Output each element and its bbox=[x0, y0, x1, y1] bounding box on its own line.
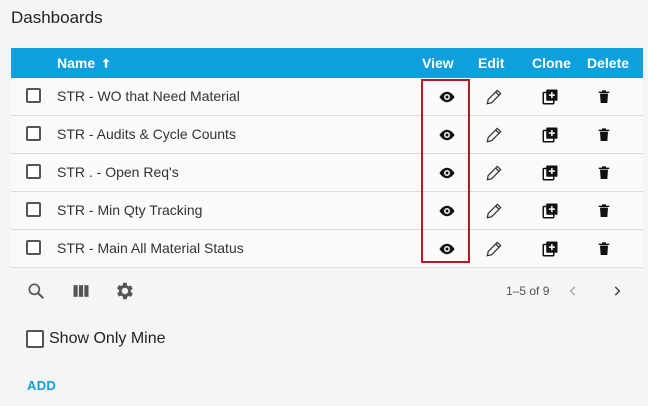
trash-icon[interactable] bbox=[594, 163, 614, 183]
clone-icon[interactable] bbox=[540, 163, 560, 183]
eye-icon[interactable] bbox=[437, 125, 457, 145]
search-icon[interactable] bbox=[25, 280, 47, 302]
clone-icon[interactable] bbox=[540, 239, 560, 259]
show-only-mine-toggle[interactable]: Show Only Mine bbox=[26, 330, 166, 348]
clone-icon[interactable] bbox=[540, 87, 560, 107]
clone-icon[interactable] bbox=[540, 201, 560, 221]
table-row: STR - Min Qty Tracking bbox=[11, 192, 643, 230]
arrow-up-icon bbox=[102, 58, 110, 68]
trash-icon[interactable] bbox=[594, 87, 614, 107]
column-header-delete: Delete bbox=[587, 55, 630, 71]
table-row: STR - Main All Material Status bbox=[11, 230, 643, 268]
trash-icon[interactable] bbox=[594, 239, 614, 259]
row-checkbox[interactable] bbox=[26, 88, 41, 103]
pencil-icon[interactable] bbox=[484, 125, 504, 145]
dashboards-table: Name View Edit Clone Delete STR - WO tha… bbox=[11, 48, 643, 268]
dashboard-name: STR - Min Qty Tracking bbox=[57, 202, 203, 218]
row-checkbox[interactable] bbox=[26, 164, 41, 179]
eye-icon[interactable] bbox=[437, 239, 457, 259]
columns-icon[interactable] bbox=[70, 280, 92, 302]
gear-icon[interactable] bbox=[113, 280, 135, 302]
dashboard-name: STR - Main All Material Status bbox=[57, 240, 244, 256]
chevron-left-icon[interactable] bbox=[564, 282, 582, 300]
dashboard-name: STR - WO that Need Material bbox=[57, 88, 240, 104]
show-only-mine-label: Show Only Mine bbox=[49, 330, 166, 347]
page-title: Dashboards bbox=[11, 8, 103, 27]
show-only-mine-checkbox[interactable] bbox=[26, 330, 44, 348]
row-checkbox[interactable] bbox=[26, 202, 41, 217]
row-checkbox[interactable] bbox=[26, 240, 41, 255]
pencil-icon[interactable] bbox=[484, 201, 504, 221]
clone-icon[interactable] bbox=[540, 125, 560, 145]
dashboard-name: STR - Audits & Cycle Counts bbox=[57, 126, 236, 142]
eye-icon[interactable] bbox=[437, 163, 457, 183]
row-checkbox[interactable] bbox=[26, 126, 41, 141]
pencil-icon[interactable] bbox=[484, 163, 504, 183]
column-header-edit: Edit bbox=[478, 55, 505, 71]
trash-icon[interactable] bbox=[594, 201, 614, 221]
table-row: STR . - Open Req's bbox=[11, 154, 643, 192]
dashboard-name: STR . - Open Req's bbox=[57, 164, 179, 180]
eye-icon[interactable] bbox=[437, 201, 457, 221]
chevron-right-icon[interactable] bbox=[608, 282, 626, 300]
trash-icon[interactable] bbox=[594, 125, 614, 145]
column-header-name-label: Name bbox=[57, 55, 96, 71]
pencil-icon[interactable] bbox=[484, 87, 504, 107]
eye-icon[interactable] bbox=[437, 87, 457, 107]
add-button[interactable]: ADD bbox=[27, 378, 56, 393]
table-header: Name View Edit Clone Delete bbox=[11, 48, 643, 78]
pagination-range: 1–5 of 9 bbox=[506, 284, 550, 298]
column-header-name[interactable]: Name bbox=[57, 55, 113, 71]
table-row: STR - WO that Need Material bbox=[11, 78, 643, 116]
column-header-clone: Clone bbox=[532, 55, 571, 71]
column-header-view: View bbox=[422, 55, 454, 71]
pencil-icon[interactable] bbox=[484, 239, 504, 259]
table-row: STR - Audits & Cycle Counts bbox=[11, 116, 643, 154]
